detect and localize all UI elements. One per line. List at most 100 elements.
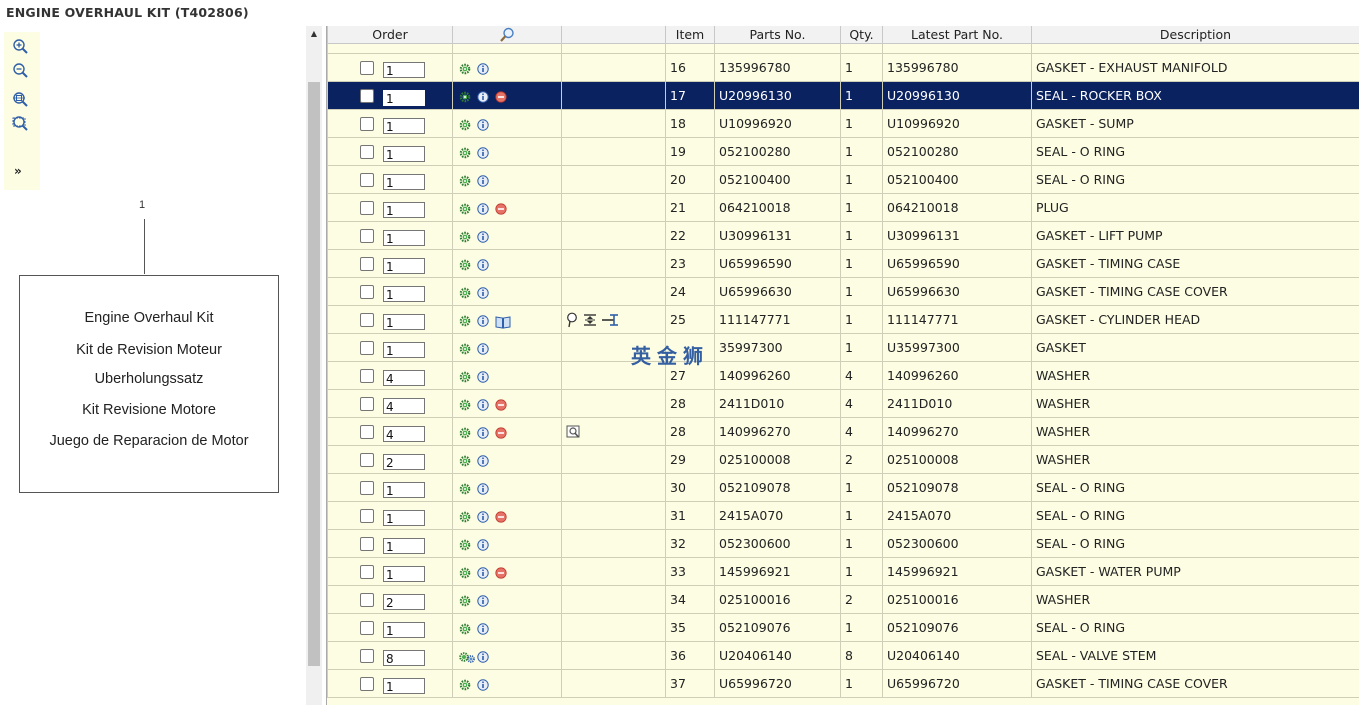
order-quantity-input[interactable]: 1 <box>383 538 425 554</box>
order-quantity-input[interactable]: 1 <box>383 174 425 190</box>
order-checkbox[interactable] <box>360 508 374 523</box>
order-checkbox[interactable] <box>360 340 374 355</box>
info-icon[interactable] <box>477 286 489 299</box>
order-checkbox[interactable] <box>360 592 374 607</box>
order-checkbox[interactable] <box>360 368 374 383</box>
order-checkbox[interactable] <box>360 396 374 411</box>
order-quantity-input[interactable]: 1 <box>383 566 425 582</box>
order-checkbox[interactable] <box>360 256 374 271</box>
part-details-gear-icon[interactable] <box>459 231 471 243</box>
table-row[interactable]: 1 19 052100280 1 052100280 SEAL - O RING <box>327 137 1359 166</box>
order-checkbox[interactable] <box>360 620 374 635</box>
part-details-gear-icon[interactable] <box>459 91 471 103</box>
order-quantity-input[interactable]: 1 <box>383 678 425 694</box>
part-details-gear-icon[interactable] <box>459 287 471 299</box>
order-quantity-input[interactable]: 1 <box>383 510 425 526</box>
order-quantity-input[interactable]: 1 <box>383 202 425 218</box>
order-quantity-input[interactable]: 1 <box>383 342 425 358</box>
remove-icon[interactable] <box>495 566 507 579</box>
part-details-gear-icon[interactable] <box>459 539 471 551</box>
table-row[interactable]: 4 28 140996270 4 140996270 WASHER <box>327 417 1359 446</box>
column-header-item[interactable]: Item <box>665 26 715 44</box>
expand-toggle-button[interactable]: » <box>14 164 22 178</box>
info-icon[interactable] <box>477 342 489 355</box>
part-details-gear-icon[interactable] <box>459 679 471 691</box>
info-icon[interactable] <box>477 482 489 495</box>
order-checkbox[interactable] <box>360 200 374 215</box>
info-icon[interactable] <box>477 622 489 635</box>
order-quantity-input[interactable]: 1 <box>383 286 425 302</box>
order-checkbox[interactable] <box>360 648 374 663</box>
table-row-partial[interactable] <box>327 43 1359 54</box>
part-details-gear-icon[interactable] <box>459 595 471 607</box>
table-row[interactable]: 8 36 U20406140 8 U20406140 SEAL - VALVE STEM <box>327 641 1359 670</box>
order-quantity-input[interactable]: 1 <box>383 118 425 134</box>
info-icon[interactable] <box>477 174 489 187</box>
column-header-parts-no[interactable]: Parts No. <box>714 26 841 44</box>
order-checkbox[interactable] <box>360 564 374 579</box>
table-row[interactable]: 1 24 U65996630 1 U65996630 GASKET - TIMING CA… <box>327 277 1359 306</box>
find-in-picture-icon[interactable] <box>566 425 582 439</box>
info-icon[interactable] <box>477 370 489 383</box>
table-row[interactable]: 1 18 U10996920 1 U10996920 GASKET - SUMP <box>327 109 1359 138</box>
part-details-gear-icon[interactable] <box>459 623 471 635</box>
table-row[interactable]: 1 35 052109076 1 052109076 SEAL - O RING <box>327 613 1359 642</box>
part-details-gear-icon[interactable] <box>459 119 471 131</box>
table-row[interactable]: 1 33 145996921 1 145996921 GASKET - WATER PUM… <box>327 557 1359 586</box>
part-details-gear-icon[interactable] <box>459 567 471 579</box>
info-icon[interactable] <box>477 118 489 131</box>
part-details-gear-icon[interactable] <box>459 399 471 411</box>
part-details-gear-icon[interactable] <box>459 147 471 159</box>
info-icon[interactable] <box>477 202 489 215</box>
part-details-gear-icon[interactable] <box>459 63 471 75</box>
table-row[interactable]: 2 34 025100016 2 025100016 WASHER <box>327 585 1359 614</box>
info-icon[interactable] <box>477 650 489 663</box>
order-quantity-input[interactable]: 1 <box>383 622 425 638</box>
order-quantity-input[interactable]: 8 <box>383 650 425 666</box>
info-icon[interactable] <box>477 62 489 75</box>
order-quantity-input[interactable]: 1 <box>383 314 425 330</box>
order-checkbox[interactable] <box>360 172 374 187</box>
remove-icon[interactable] <box>495 90 507 103</box>
part-details-gear-icon[interactable] <box>459 371 471 383</box>
order-quantity-input[interactable]: 1 <box>383 258 425 274</box>
info-icon[interactable] <box>477 566 489 579</box>
zoom-out-icon[interactable] <box>12 62 30 80</box>
part-details-gear-icon[interactable] <box>459 259 471 271</box>
tools-icon[interactable] <box>566 312 622 328</box>
order-checkbox[interactable] <box>360 676 374 691</box>
table-row[interactable]: 4 27 140996260 4 140996260 WASHER <box>327 361 1359 390</box>
order-quantity-input[interactable]: 1 <box>383 146 425 162</box>
order-quantity-input[interactable]: 1 <box>383 482 425 498</box>
book-icon[interactable] <box>495 315 511 329</box>
scroll-up-arrow-icon[interactable]: ▲ <box>306 26 322 42</box>
part-details-gear-icon[interactable] <box>459 315 471 327</box>
table-row[interactable]: 1 35997300 1 U35997300 GASKET <box>327 333 1359 362</box>
table-row[interactable]: 1 16 135996780 1 135996780 GASKET - EXHAUST M… <box>327 53 1359 82</box>
scrollbar-thumb[interactable] <box>308 82 320 666</box>
column-header-description[interactable]: Description <box>1031 26 1359 44</box>
info-icon[interactable] <box>477 538 489 551</box>
part-details-gear-icon[interactable] <box>459 343 471 355</box>
info-icon[interactable] <box>477 454 489 467</box>
order-checkbox[interactable] <box>360 60 374 75</box>
table-row[interactable]: 1 37 U65996720 1 U65996720 GASKET - TIMING CA… <box>327 669 1359 698</box>
order-quantity-input[interactable]: 2 <box>383 454 425 470</box>
table-row[interactable]: 1 25 111147771 1 111147771 GASKET - CYLINDER … <box>327 305 1359 334</box>
table-row[interactable]: 1 30 052109078 1 052109078 SEAL - O RING <box>327 473 1359 502</box>
remove-icon[interactable] <box>495 510 507 523</box>
order-quantity-input[interactable]: 1 <box>383 90 425 106</box>
table-row[interactable]: 4 28 2411D010 4 2411D010 WASHER <box>327 389 1359 418</box>
info-icon[interactable] <box>477 90 489 103</box>
vertical-scrollbar[interactable]: ▲ <box>306 26 322 705</box>
info-icon[interactable] <box>477 314 489 327</box>
part-details-gear-icon[interactable] <box>459 427 471 439</box>
order-quantity-input[interactable]: 4 <box>383 426 425 442</box>
order-checkbox[interactable] <box>360 88 374 103</box>
zoom-in-icon[interactable] <box>12 38 30 56</box>
search-icon[interactable] <box>499 27 515 43</box>
part-details-gear-icon[interactable] <box>459 511 471 523</box>
order-checkbox[interactable] <box>360 536 374 551</box>
info-icon[interactable] <box>477 230 489 243</box>
order-quantity-input[interactable]: 2 <box>383 594 425 610</box>
